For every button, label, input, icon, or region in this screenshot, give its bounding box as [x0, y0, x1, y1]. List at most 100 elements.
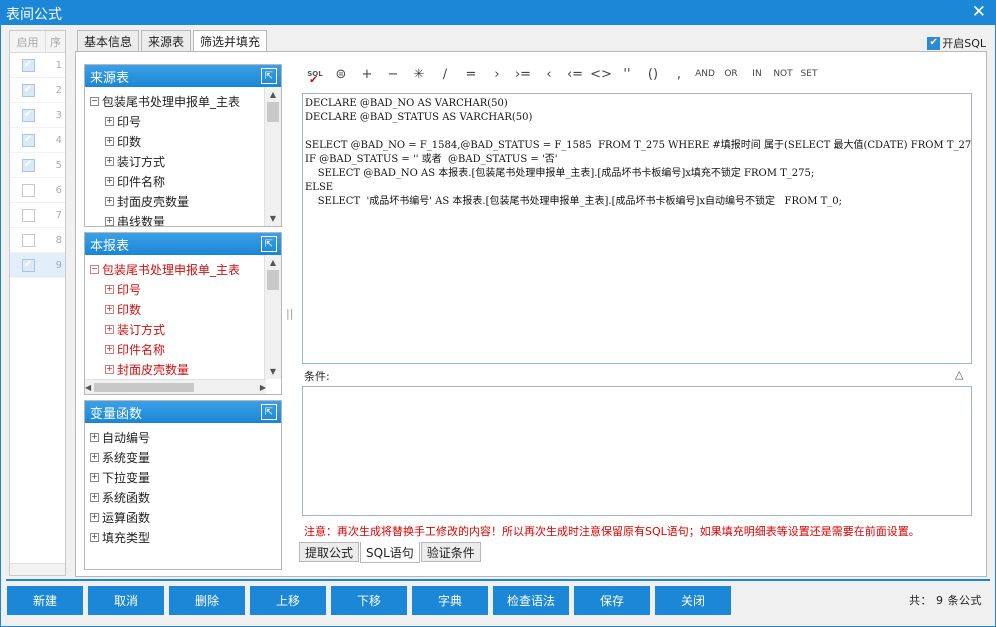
- new-button[interactable]: 新建: [7, 586, 83, 615]
- this-tree-hscrollbar[interactable]: ◀ ▶: [85, 379, 266, 394]
- popout-icon[interactable]: ⇱: [261, 68, 277, 84]
- scroll-down-icon[interactable]: ▼: [265, 364, 281, 379]
- var-func-node[interactable]: + 系统变量: [90, 447, 281, 467]
- not-button[interactable]: NOT: [770, 64, 796, 84]
- expand-icon[interactable]: +: [90, 432, 99, 442]
- collapse-icon[interactable]: −: [90, 264, 99, 274]
- dictionary-button[interactable]: 字典: [412, 586, 488, 615]
- tree-node[interactable]: + 装订方式: [90, 319, 281, 339]
- divide-button[interactable]: ∕: [432, 64, 458, 84]
- table-row[interactable]: 6: [10, 178, 65, 203]
- tree-node[interactable]: + 串线数量: [90, 211, 281, 226]
- table-row[interactable]: ✔ 3: [10, 103, 65, 128]
- tree-node[interactable]: + 印数: [90, 299, 281, 319]
- source-tree-scrollbar[interactable]: ▲ ▼: [264, 87, 281, 226]
- tree-node[interactable]: + 印数: [90, 131, 281, 151]
- save-button[interactable]: 保存: [574, 586, 650, 615]
- scroll-down-icon[interactable]: ▼: [265, 211, 281, 226]
- var-func-node[interactable]: + 下拉变量: [90, 467, 281, 487]
- expand-icon[interactable]: +: [105, 304, 114, 314]
- var-func-node[interactable]: + 自动编号: [90, 427, 281, 447]
- expand-icon[interactable]: +: [90, 452, 99, 462]
- move-up-button[interactable]: 上移: [250, 586, 326, 615]
- scroll-thumb[interactable]: [94, 382, 195, 392]
- enable-checkbox[interactable]: ✔: [21, 83, 35, 97]
- tab-source-table[interactable]: 来源表: [141, 30, 192, 51]
- expand-icon[interactable]: +: [90, 532, 99, 542]
- scroll-thumb[interactable]: [267, 270, 279, 290]
- open-sql-checkbox[interactable]: ✔: [927, 36, 941, 50]
- tree-node[interactable]: + 印件名称: [90, 171, 281, 191]
- table-row[interactable]: ✔ 1: [10, 53, 65, 78]
- subtab-sql-statement[interactable]: SQL语句: [360, 542, 420, 563]
- less-equal-button[interactable]: ‹=: [562, 64, 588, 84]
- greater-button[interactable]: ›: [484, 64, 510, 84]
- close-icon[interactable]: ✕: [972, 2, 986, 22]
- expand-icon[interactable]: +: [105, 324, 114, 334]
- parens-button[interactable]: (): [640, 64, 666, 84]
- subtab-extract-formula[interactable]: 提取公式: [299, 542, 360, 562]
- scroll-right-icon[interactable]: ▶: [260, 383, 266, 392]
- tree-node[interactable]: + 印号: [90, 279, 281, 299]
- popout-icon[interactable]: ⇱: [261, 404, 277, 420]
- expand-icon[interactable]: +: [105, 196, 114, 206]
- collapse-icon[interactable]: −: [90, 96, 99, 106]
- less-button[interactable]: ‹: [536, 64, 562, 84]
- enable-checkbox[interactable]: ✔: [21, 108, 35, 122]
- tree-node[interactable]: + 装订方式: [90, 151, 281, 171]
- table-row[interactable]: ✔ 4: [10, 128, 65, 153]
- scroll-thumb[interactable]: [267, 102, 279, 122]
- not-equal-button[interactable]: <>: [588, 64, 614, 84]
- popout-icon[interactable]: ⇱: [261, 236, 277, 252]
- expand-icon[interactable]: +: [105, 136, 114, 146]
- enable-checkbox[interactable]: [21, 233, 35, 247]
- this-tree-scrollbar[interactable]: ▲ ▼: [264, 255, 281, 379]
- tree-root[interactable]: − 包装尾书处理申报单_主表: [90, 259, 281, 279]
- table-row[interactable]: 7: [10, 203, 65, 228]
- table-row[interactable]: ✔ 2: [10, 78, 65, 103]
- plus-button[interactable]: +: [354, 64, 380, 84]
- greater-equal-button[interactable]: ›=: [510, 64, 536, 84]
- var-func-node[interactable]: + 运算函数: [90, 507, 281, 527]
- scroll-left-icon[interactable]: ◀: [85, 383, 91, 392]
- enable-checkbox[interactable]: ✔: [21, 58, 35, 72]
- tree-node[interactable]: + 封面皮壳数量: [90, 191, 281, 211]
- enable-checkbox[interactable]: ✔: [21, 133, 35, 147]
- close-button[interactable]: 关闭: [655, 586, 731, 615]
- subtab-validate-condition[interactable]: 验证条件: [420, 542, 481, 562]
- collapse-triangle-icon[interactable]: △: [955, 368, 963, 381]
- enable-checkbox[interactable]: [21, 183, 35, 197]
- expand-icon[interactable]: +: [105, 116, 114, 126]
- scroll-up-icon[interactable]: ▲: [265, 255, 281, 270]
- sql-check-button[interactable]: SQL: [302, 64, 328, 86]
- delete-button[interactable]: 删除: [169, 586, 245, 615]
- enable-checkbox[interactable]: ✔: [21, 258, 35, 272]
- set-button[interactable]: SET: [796, 64, 822, 84]
- expand-icon[interactable]: +: [105, 364, 114, 374]
- func-button[interactable]: ⊜: [328, 64, 354, 84]
- tree-node[interactable]: + 印号: [90, 111, 281, 131]
- sql-editor[interactable]: DECLARE @BAD_NO AS VARCHAR(50) DECLARE @B…: [302, 93, 972, 364]
- open-sql-toggle[interactable]: ✔ 开启SQL: [927, 35, 986, 51]
- quotes-button[interactable]: '': [614, 64, 640, 84]
- or-button[interactable]: OR: [718, 64, 744, 84]
- table-row[interactable]: ✔ 5: [10, 153, 65, 178]
- expand-icon[interactable]: +: [90, 472, 99, 482]
- in-button[interactable]: IN: [744, 64, 770, 84]
- tab-basic-info[interactable]: 基本信息: [77, 30, 140, 51]
- tab-filter-fill[interactable]: 筛选并填充: [193, 30, 268, 52]
- expand-icon[interactable]: +: [105, 284, 114, 294]
- tree-node[interactable]: + 印件名称: [90, 339, 281, 359]
- formula-list-scrollbar[interactable]: [10, 563, 65, 575]
- expand-icon[interactable]: +: [105, 156, 114, 166]
- minus-button[interactable]: −: [380, 64, 406, 84]
- expand-icon[interactable]: +: [105, 176, 114, 186]
- splitter-handle[interactable]: ||: [286, 307, 293, 320]
- equals-button[interactable]: =: [458, 64, 484, 84]
- expand-icon[interactable]: +: [105, 216, 114, 226]
- check-syntax-button[interactable]: 检查语法: [493, 586, 569, 615]
- and-button[interactable]: AND: [692, 64, 718, 84]
- expand-icon[interactable]: +: [105, 344, 114, 354]
- expand-icon[interactable]: +: [90, 492, 99, 502]
- expand-icon[interactable]: +: [90, 512, 99, 522]
